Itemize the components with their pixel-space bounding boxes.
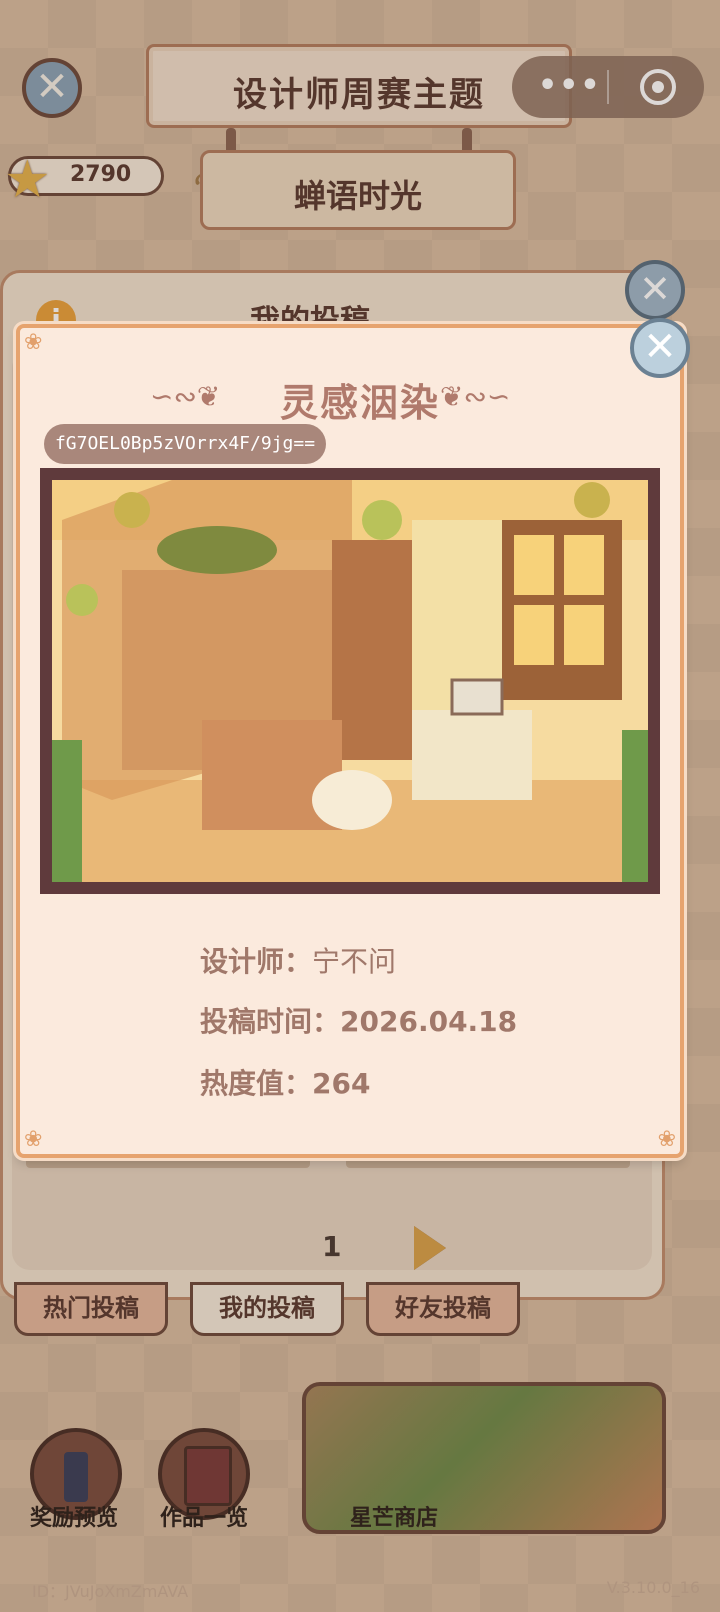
- submit-time-line: 投稿时间：2026.04.18: [200, 1000, 517, 1040]
- close-icon: ✕: [643, 324, 677, 370]
- artwork-image: [40, 468, 660, 894]
- heat-line: 热度值：264: [200, 1062, 370, 1102]
- heat-value: 264: [312, 1067, 371, 1100]
- corner-ornament-icon: ❀: [24, 330, 43, 355]
- submit-time-value: 2026.04.18: [340, 1005, 518, 1038]
- designer-name: 宁不问: [312, 945, 397, 978]
- submission-id-badge[interactable]: fG7OEL0Bp5zVOrrx4F/9jg==: [44, 424, 326, 464]
- designer-line: 设计师：宁不问: [200, 940, 396, 980]
- modal-close-button[interactable]: ✕: [630, 318, 690, 378]
- corner-ornament-icon: ❀: [24, 1127, 43, 1152]
- submit-time-label: 投稿时间：: [200, 1005, 341, 1038]
- title-swirl-right-icon: ❦∾∽: [440, 380, 511, 413]
- room-illustration: [52, 480, 648, 882]
- corner-ornament-icon: ❀: [657, 1127, 676, 1152]
- modal-title: 灵感洇染: [279, 381, 440, 425]
- designer-label: 设计师：: [200, 945, 313, 978]
- heat-label: 热度值：: [200, 1067, 313, 1100]
